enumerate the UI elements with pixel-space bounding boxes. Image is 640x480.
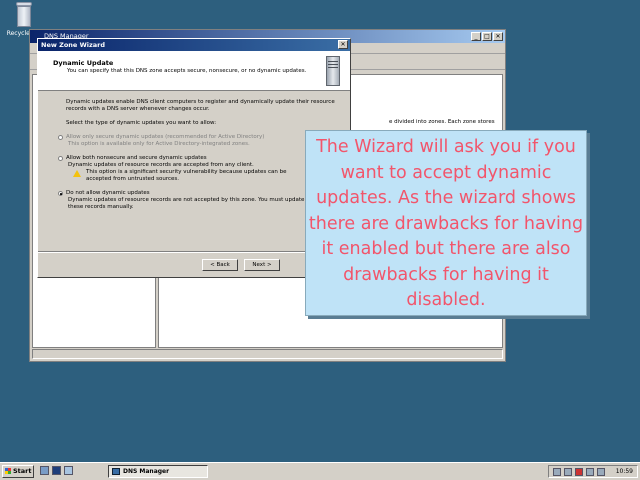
option-no-dynamic-updates[interactable]: Do not allow dynamic updates Dynamic upd…: [58, 190, 336, 211]
status-bar: [32, 349, 503, 359]
system-tray: 10:59: [548, 465, 638, 478]
wizard-header: Dynamic Update You can specify that this…: [38, 51, 350, 91]
wizard-page-title: Dynamic Update: [53, 59, 114, 67]
option-secure-only[interactable]: Allow only secure dynamic updates (recom…: [58, 134, 336, 148]
wizard-separator: [38, 251, 350, 253]
radio-nonsecure-and-secure[interactable]: [58, 156, 63, 161]
taskbar-item-dns-manager[interactable]: DNS Manager: [108, 465, 208, 478]
warning-icon: [73, 170, 81, 177]
taskbar: Start DNS Manager 10:59: [0, 462, 640, 480]
wizard-title: New Zone Wizard: [41, 41, 106, 49]
tray-app-icon-2[interactable]: [597, 468, 605, 476]
radio-secure-only[interactable]: [58, 135, 63, 140]
show-desktop-icon[interactable]: [64, 466, 73, 475]
start-label: Start: [13, 467, 32, 475]
radio-no-dynamic-updates[interactable]: [58, 191, 63, 196]
windows-flag-icon: [5, 468, 11, 474]
security-warning: This option is a significant security vu…: [73, 169, 301, 183]
wizard-page-description: You can specify that this DNS zone accep…: [67, 68, 307, 74]
tray-app-icon[interactable]: [586, 468, 594, 476]
option-no-updates-label: Do not allow dynamic updates: [66, 190, 150, 196]
tutorial-callout: The Wizard will ask you if you want to a…: [305, 130, 587, 316]
volume-icon[interactable]: [564, 468, 572, 476]
next-button[interactable]: Next >: [244, 259, 280, 271]
security-alert-icon[interactable]: [575, 468, 583, 476]
server-manager-quicklaunch-icon[interactable]: [40, 466, 49, 475]
wizard-titlebar[interactable]: New Zone Wizard ✕: [38, 39, 350, 51]
start-button[interactable]: Start: [2, 465, 34, 478]
dns-manager-icon: [112, 468, 120, 475]
powershell-quicklaunch-icon[interactable]: [52, 466, 61, 475]
maximize-button[interactable]: □: [482, 32, 492, 41]
option-no-updates-desc: Dynamic updates of resource records are …: [68, 197, 305, 210]
taskbar-item-label: DNS Manager: [123, 468, 170, 475]
clock: 10:59: [615, 468, 633, 475]
back-button[interactable]: < Back: [202, 259, 238, 271]
option-nonsecure-label: Allow both nonsecure and secure dynamic …: [66, 155, 207, 161]
intro-text: Dynamic updates enable DNS client comput…: [66, 99, 335, 112]
option-secure-only-desc: This option is available only for Active…: [68, 141, 250, 147]
security-warning-text: This option is a significant security vu…: [86, 169, 287, 182]
network-icon[interactable]: [553, 468, 561, 476]
close-button[interactable]: ✕: [493, 32, 503, 41]
wizard-close-button[interactable]: ✕: [338, 40, 348, 49]
prompt-text: Select the type of dynamic updates you w…: [66, 120, 217, 126]
minimize-button[interactable]: _: [471, 32, 481, 41]
recycle-bin-icon: [14, 2, 34, 28]
wizard-body: Dynamic updates enable DNS client comput…: [38, 91, 350, 211]
option-nonsecure-and-secure[interactable]: Allow both nonsecure and secure dynamic …: [58, 155, 336, 183]
new-zone-wizard-dialog: New Zone Wizard ✕ Dynamic Update You can…: [37, 38, 351, 278]
option-secure-only-label: Allow only secure dynamic updates (recom…: [66, 134, 265, 140]
option-nonsecure-desc: Dynamic updates of resource records are …: [68, 162, 254, 168]
server-icon: [322, 54, 346, 88]
details-text: e divided into zones. Each zone stores: [389, 119, 495, 125]
